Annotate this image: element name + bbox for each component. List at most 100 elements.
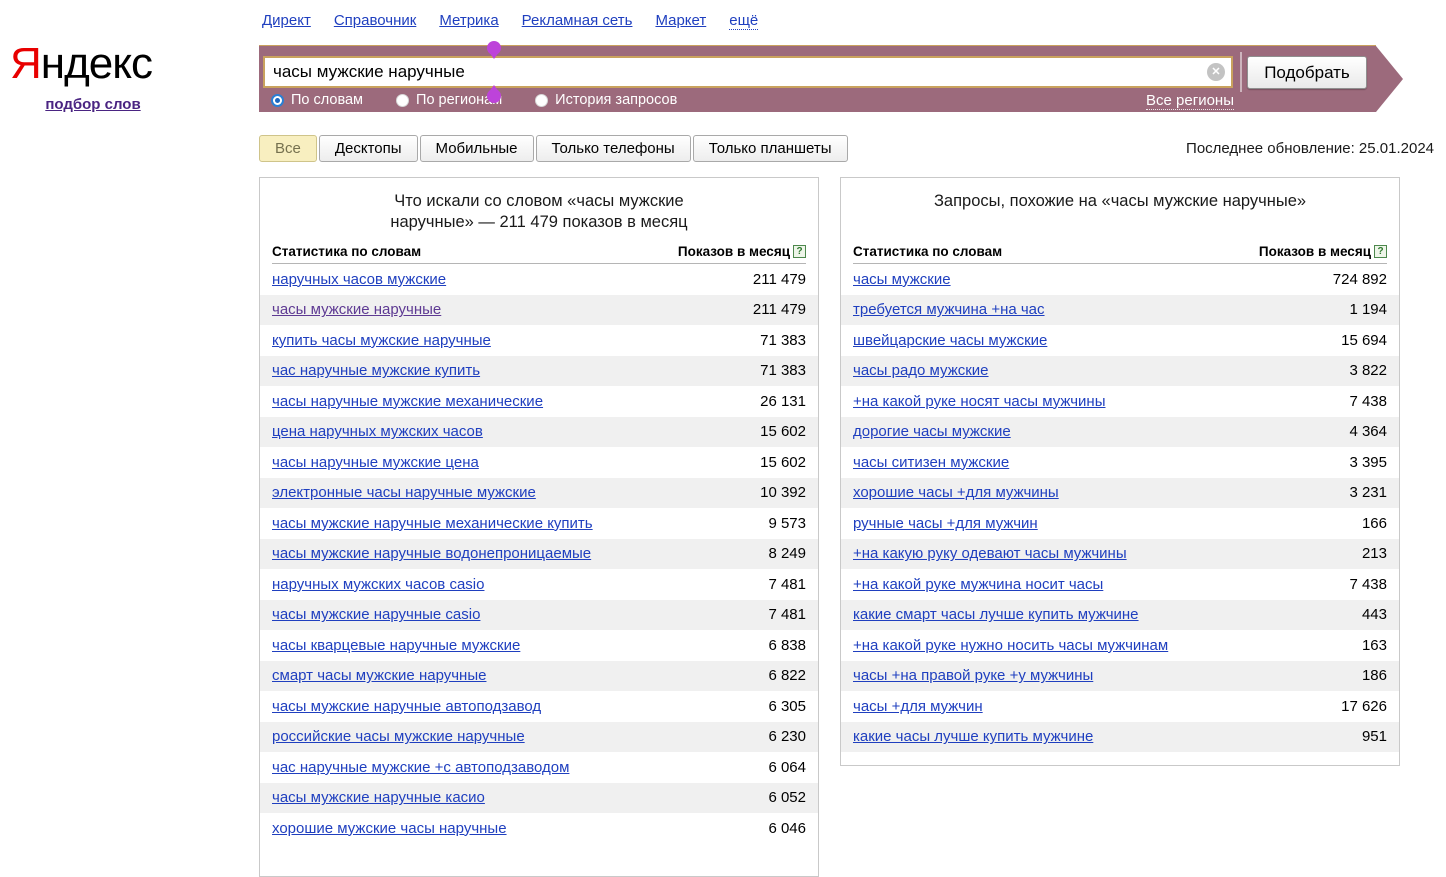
impressions-value: 6 838 bbox=[768, 637, 806, 654]
help-icon[interactable]: ? bbox=[1374, 245, 1387, 258]
help-icon[interactable]: ? bbox=[793, 245, 806, 258]
keyword-link[interactable]: часы наручные мужские механические bbox=[272, 393, 543, 410]
radio-icon[interactable] bbox=[396, 94, 409, 107]
table-row: часы мужские наручные касио6 052 bbox=[260, 783, 818, 814]
keyword-link[interactable]: хорошие мужские часы наручные bbox=[272, 820, 507, 837]
table-row: +на какую руку одевают часы мужчины 213 bbox=[841, 539, 1399, 570]
table-row: часы мужские наручные водонепроницаемые8… bbox=[260, 539, 818, 570]
radio-label: По словам bbox=[291, 92, 363, 108]
nav-link-more[interactable]: ещё bbox=[729, 12, 758, 30]
radio-icon[interactable] bbox=[271, 94, 284, 107]
keyword-link[interactable]: +на какой руке мужчина носит часы bbox=[853, 576, 1103, 593]
keyword-link[interactable]: часы мужские наручные bbox=[272, 301, 441, 318]
nav-link-market[interactable]: Маркет bbox=[655, 12, 706, 30]
panel-title-line: наручные» — 211 479 показов в месяц bbox=[260, 212, 818, 233]
keyword-link[interactable]: часы мужские наручные автоподзавод bbox=[272, 698, 541, 715]
wordstat-home-link[interactable]: подбор слов bbox=[45, 96, 140, 113]
impressions-value: 163 bbox=[1362, 637, 1387, 654]
table-row: дорогие часы мужские4 364 bbox=[841, 417, 1399, 448]
impressions-value: 3 395 bbox=[1349, 454, 1387, 471]
keyword-link[interactable]: какие смарт часы лучше купить мужчине bbox=[853, 606, 1139, 623]
yandex-logo[interactable]: Яндекс bbox=[8, 40, 178, 88]
keyword-link[interactable]: швейцарские часы мужские bbox=[853, 332, 1047, 349]
column-word-label: Статистика по словам bbox=[272, 244, 421, 259]
keyword-link[interactable]: часы ситизен мужские bbox=[853, 454, 1009, 471]
impressions-value: 6 305 bbox=[768, 698, 806, 715]
table-row: часы мужские наручные211 479 bbox=[260, 295, 818, 326]
last-update-label: Последнее обновление: 25.01.2024 bbox=[1186, 140, 1434, 157]
keyword-link[interactable]: дорогие часы мужские bbox=[853, 423, 1011, 440]
radio-label: История запросов bbox=[555, 92, 677, 108]
keyword-link[interactable]: +на какой руке нужно носить часы мужчина… bbox=[853, 637, 1168, 654]
impressions-value: 7 438 bbox=[1349, 393, 1387, 410]
keyword-link[interactable]: часы мужские наручные механические купит… bbox=[272, 515, 593, 532]
keyword-link[interactable]: час наручные мужские купить bbox=[272, 362, 480, 379]
table-row: цена наручных мужских часов 15 602 bbox=[260, 417, 818, 448]
nav-link-direct[interactable]: Директ bbox=[262, 12, 311, 30]
impressions-value: 15 602 bbox=[760, 423, 806, 440]
keyword-link[interactable]: часы +для мужчин bbox=[853, 698, 983, 715]
keyword-link[interactable]: цена наручных мужских часов bbox=[272, 423, 483, 440]
keyword-link[interactable]: российские часы мужские наручные bbox=[272, 728, 525, 745]
column-word-label: Статистика по словам bbox=[853, 244, 1002, 259]
keyword-link[interactable]: +на какой руке носят часы мужчины bbox=[853, 393, 1106, 410]
impressions-value: 15 602 bbox=[760, 454, 806, 471]
keyword-link[interactable]: хорошие часы +для мужчины bbox=[853, 484, 1059, 501]
impressions-value: 186 bbox=[1362, 667, 1387, 684]
impressions-value: 3 231 bbox=[1349, 484, 1387, 501]
keyword-link[interactable]: смарт часы мужские наручные bbox=[272, 667, 486, 684]
submit-button[interactable]: Подобрать bbox=[1247, 56, 1367, 89]
impressions-value: 213 bbox=[1362, 545, 1387, 562]
radio-option-query-history[interactable]: История запросов bbox=[535, 92, 677, 108]
keyword-link[interactable]: часы радо мужские bbox=[853, 362, 989, 379]
keyword-link[interactable]: требуется мужчина +на час bbox=[853, 301, 1045, 318]
impressions-value: 1 194 bbox=[1349, 301, 1387, 318]
table-row: часы радо мужские3 822 bbox=[841, 356, 1399, 387]
nav-link-ad-network[interactable]: Рекламная сеть bbox=[522, 12, 633, 30]
tab-desktops[interactable]: Десктопы bbox=[319, 135, 418, 162]
keyword-link[interactable]: час наручные мужские +с автоподзаводом bbox=[272, 759, 569, 776]
tab-mobile[interactable]: Мобильные bbox=[420, 135, 534, 162]
keyword-link[interactable]: часы мужские bbox=[853, 271, 951, 288]
keyword-link[interactable]: какие часы лучше купить мужчине bbox=[853, 728, 1093, 745]
radio-icon[interactable] bbox=[535, 94, 548, 107]
search-input[interactable] bbox=[263, 56, 1233, 88]
keyword-link[interactable]: электронные часы наручные мужские bbox=[272, 484, 536, 501]
keyword-link[interactable]: купить часы мужские наручные bbox=[272, 332, 491, 349]
table-row: +на какой руке носят часы мужчины 7 438 bbox=[841, 386, 1399, 417]
table-row: +на какой руке нужно носить часы мужчина… bbox=[841, 630, 1399, 661]
table-row: часы +на правой руке +у мужчины 186 bbox=[841, 661, 1399, 692]
keyword-link[interactable]: часы мужские наручные водонепроницаемые bbox=[272, 545, 591, 562]
panel-title: Что искали со словом «часы мужскиенаручн… bbox=[260, 191, 818, 233]
impressions-value: 951 bbox=[1362, 728, 1387, 745]
nav-link-spravochnik[interactable]: Справочник bbox=[334, 12, 417, 30]
all-regions-link[interactable]: Все регионы bbox=[1146, 92, 1234, 110]
keyword-link[interactable]: +на какую руку одевают часы мужчины bbox=[853, 545, 1127, 562]
impressions-value: 7 481 bbox=[768, 576, 806, 593]
table-row: хорошие часы +для мужчины 3 231 bbox=[841, 478, 1399, 509]
keyword-link[interactable]: наручных мужских часов casio bbox=[272, 576, 484, 593]
column-count-label: Показов в месяц ? bbox=[678, 244, 806, 259]
impressions-value: 6 230 bbox=[768, 728, 806, 745]
tab-phones-only[interactable]: Только телефоны bbox=[536, 135, 691, 162]
keyword-link[interactable]: часы кварцевые наручные мужские bbox=[272, 637, 520, 654]
impressions-value: 17 626 bbox=[1341, 698, 1387, 715]
table-row: час наручные мужские +с автоподзаводом6 … bbox=[260, 752, 818, 783]
tab-all[interactable]: Все bbox=[259, 135, 317, 162]
table-row: час наручные мужские купить 71 383 bbox=[260, 356, 818, 387]
keyword-link[interactable]: ручные часы +для мужчин bbox=[853, 515, 1038, 532]
keyword-link[interactable]: часы мужские наручные касио bbox=[272, 789, 485, 806]
nav-link-metrika[interactable]: Метрика bbox=[439, 12, 498, 30]
keyword-link[interactable]: часы мужские наручные casio bbox=[272, 606, 480, 623]
clear-input-icon[interactable]: ✕ bbox=[1207, 63, 1225, 81]
table-row: часы мужские наручные casio7 481 bbox=[260, 600, 818, 631]
radio-option-by-words[interactable]: По словам bbox=[271, 92, 363, 108]
table-row: какие смарт часы лучше купить мужчине443 bbox=[841, 600, 1399, 631]
keyword-link[interactable]: наручных часов мужские bbox=[272, 271, 446, 288]
keyword-link[interactable]: часы +на правой руке +у мужчины bbox=[853, 667, 1093, 684]
impressions-value: 71 383 bbox=[760, 362, 806, 379]
impressions-value: 10 392 bbox=[760, 484, 806, 501]
column-count-text: Показов в месяц bbox=[678, 244, 790, 259]
keyword-link[interactable]: часы наручные мужские цена bbox=[272, 454, 479, 471]
tab-tablets-only[interactable]: Только планшеты bbox=[693, 135, 848, 162]
